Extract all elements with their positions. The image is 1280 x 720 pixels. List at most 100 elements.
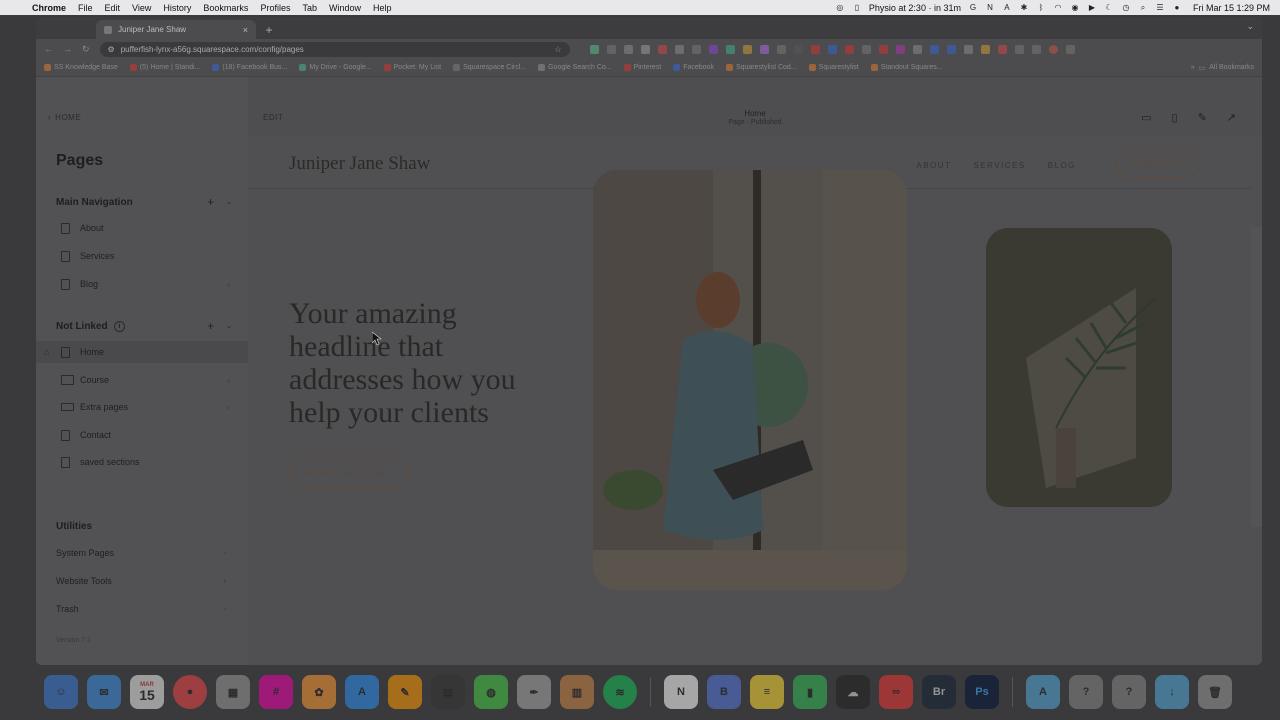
nav-services[interactable]: SERVICES <box>973 161 1025 170</box>
open-external-icon[interactable]: ↗ <box>1227 111 1236 124</box>
clock-icon[interactable]: ◷ <box>1121 3 1131 13</box>
chrome-menu-icon[interactable] <box>1065 44 1075 54</box>
launchpad-icon[interactable]: ▦ <box>216 675 250 709</box>
messages-icon[interactable]: ◍ <box>474 675 508 709</box>
bookmark-item[interactable]: (18) Facebook Bus... <box>212 64 287 71</box>
utility-website-tools[interactable]: Website Tools › <box>56 576 226 586</box>
extension-icon[interactable] <box>827 44 837 54</box>
back-icon[interactable]: ← <box>44 44 53 54</box>
numbers-icon[interactable]: ▮ <box>793 675 827 709</box>
finder-icon[interactable]: ☺ <box>44 675 78 709</box>
wifi-icon[interactable]: ◠ <box>1053 3 1063 13</box>
bluetooth-icon[interactable]: ᛒ <box>1036 3 1046 13</box>
cloud-icon[interactable]: ☁ <box>836 675 870 709</box>
extension-icon[interactable] <box>759 44 769 54</box>
downloads-folder-icon[interactable]: ↓ <box>1155 675 1189 709</box>
utility-system-pages[interactable]: System Pages › <box>56 548 226 558</box>
extension-icon[interactable] <box>776 44 786 54</box>
notes-icon[interactable]: ≡ <box>750 675 784 709</box>
photoshop-icon[interactable]: Ps <box>965 675 999 709</box>
close-tab-icon[interactable]: × <box>243 25 248 35</box>
mail-icon[interactable]: ✉ <box>87 675 121 709</box>
notion-icon[interactable]: N <box>664 675 698 709</box>
extension-icon[interactable] <box>810 44 820 54</box>
extension-icon[interactable] <box>895 44 905 54</box>
add-page-button[interactable]: + <box>207 319 214 333</box>
extension-icon[interactable] <box>929 44 939 54</box>
site-logo[interactable]: Juniper Jane Shaw <box>289 153 430 175</box>
extension-icon[interactable] <box>980 44 990 54</box>
calendar-icon[interactable]: MAR 15 <box>130 675 164 709</box>
app-icon[interactable]: A <box>1002 3 1012 13</box>
address-bar[interactable]: ⚙ pufferfish-lynx-a56g.squarespace.com/c… <box>99 41 570 57</box>
extension-icon[interactable] <box>708 44 718 54</box>
collapse-chevron-icon[interactable]: ⌄ <box>226 322 232 330</box>
calendar-reminder[interactable]: Physio at 2:30 · in 31m <box>869 3 961 13</box>
extension-icon[interactable] <box>742 44 752 54</box>
bookmark-item[interactable]: Squarespace Circl... <box>453 64 526 71</box>
menu-clock[interactable]: Fri Mar 15 1:29 PM <box>1193 3 1270 13</box>
trash-icon[interactable]: 🗑 <box>1198 675 1232 709</box>
bookmark-item[interactable]: Google Search Co... <box>538 64 612 71</box>
menu-history[interactable]: History <box>163 3 191 13</box>
slack-icon[interactable]: # <box>259 675 293 709</box>
photos-icon[interactable]: ✿ <box>302 675 336 709</box>
script-editor-icon[interactable]: ✒ <box>517 675 551 709</box>
desktop-view-icon[interactable]: ▭ <box>1141 111 1151 124</box>
menu-tab[interactable]: Tab <box>302 3 317 13</box>
forward-icon[interactable]: → <box>63 44 72 54</box>
bookmark-item[interactable]: Facebook <box>673 64 714 71</box>
bookmark-star-icon[interactable]: ☆ <box>554 45 561 54</box>
extension-icon[interactable] <box>725 44 735 54</box>
reload-icon[interactable]: ↻ <box>82 44 90 55</box>
nav-about[interactable]: ABOUT <box>916 161 951 170</box>
extension-icon[interactable] <box>946 44 956 54</box>
info-icon[interactable]: i <box>113 320 125 332</box>
extension-icon[interactable] <box>657 44 667 54</box>
siri-icon[interactable]: ● <box>1172 3 1182 13</box>
page-item-extra-pages[interactable]: Extra pages ‹ <box>36 396 248 418</box>
page-item-services[interactable]: Services <box>36 245 248 267</box>
profile-avatar[interactable] <box>1048 44 1058 54</box>
extension-icon[interactable] <box>640 44 650 54</box>
all-bookmarks-button[interactable]: » ▭ All Bookmarks <box>1191 64 1254 72</box>
creative-cloud-icon[interactable]: ∞ <box>879 675 913 709</box>
bookmark-item[interactable]: Pocket: My List <box>383 64 441 71</box>
menu-bookmarks[interactable]: Bookmarks <box>203 3 248 13</box>
page-item-course[interactable]: Course › <box>36 369 248 391</box>
menu-help[interactable]: Help <box>373 3 392 13</box>
stack-icon[interactable]: ? <box>1112 675 1146 709</box>
extension-icon[interactable] <box>912 44 922 54</box>
page-item-saved-sections[interactable]: saved sections <box>36 451 248 473</box>
stack-icon[interactable]: ? <box>1069 675 1103 709</box>
new-tab-button[interactable]: + <box>260 21 278 39</box>
gear-icon[interactable]: ✱ <box>1019 3 1029 13</box>
add-page-button[interactable]: + <box>207 195 214 209</box>
page-item-home[interactable]: ⌂ Home <box>36 341 248 363</box>
site-styles-icon[interactable]: ✎ <box>1198 111 1207 124</box>
calendar-icon[interactable]: ▯ <box>852 3 862 13</box>
user-icon[interactable]: ◉ <box>1070 3 1080 13</box>
b-app-icon[interactable]: B <box>707 675 741 709</box>
extension-icon[interactable] <box>878 44 888 54</box>
page-item-about[interactable]: About <box>36 217 248 239</box>
play-icon[interactable]: ▶ <box>1087 3 1097 13</box>
chrome-icon[interactable]: ● <box>173 675 207 709</box>
bookmark-item[interactable]: My Drive - Google... <box>299 64 372 71</box>
page-item-contact[interactable]: Contact <box>36 424 248 446</box>
menu-file[interactable]: File <box>78 3 93 13</box>
contact-button[interactable]: CONTACT <box>1115 149 1201 177</box>
page-item-blog[interactable]: Blog › <box>36 273 248 295</box>
tab-search-chevron-icon[interactable]: ⌄ <box>1246 21 1254 32</box>
control-center-icon[interactable]: ☰ <box>1155 3 1165 13</box>
work-with-me-button[interactable]: WORK WITH ME <box>289 459 409 487</box>
menu-profiles[interactable]: Profiles <box>260 3 290 13</box>
menu-app-name[interactable]: Chrome <box>32 3 66 13</box>
extension-icon[interactable] <box>1031 44 1041 54</box>
utility-trash[interactable]: Trash › <box>56 604 226 614</box>
site-info-icon[interactable]: ⚙ <box>108 45 115 54</box>
bookmark-item[interactable]: Pinterest <box>623 64 661 71</box>
creative-cloud-icon[interactable]: ◎ <box>835 3 845 13</box>
menu-view[interactable]: View <box>132 3 151 13</box>
extension-icon[interactable] <box>606 44 616 54</box>
